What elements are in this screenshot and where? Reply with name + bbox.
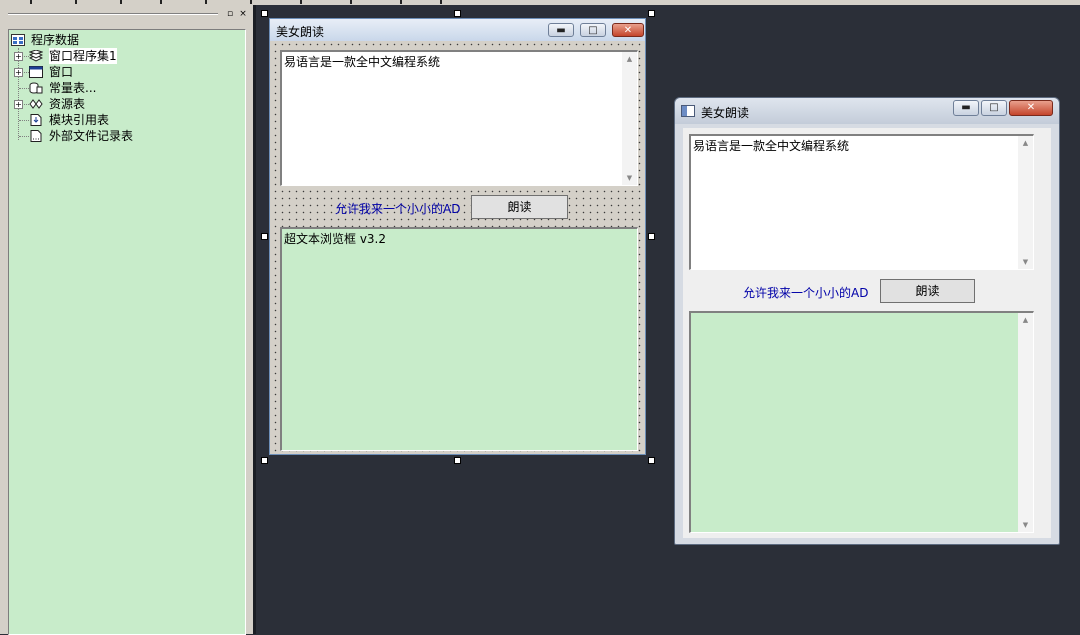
panel-grip[interactable]	[8, 13, 218, 15]
tree-connector	[19, 88, 29, 89]
browser-component-label: 超文本浏览框 v3.2	[284, 232, 387, 246]
tree-connector	[19, 120, 29, 121]
program-data-icon	[11, 34, 25, 46]
constant-table-icon	[29, 82, 43, 94]
class-module-icon	[28, 49, 44, 62]
panel-splitter[interactable]	[253, 5, 256, 634]
tree-connector	[18, 48, 19, 140]
expand-toggle[interactable]: +	[14, 52, 23, 61]
scroll-down-icon[interactable]: ▼	[1018, 255, 1033, 269]
minimize-button[interactable]: ▬	[953, 100, 979, 116]
browser-scrollbar[interactable]: ▲ ▼	[1018, 313, 1033, 532]
panel-close-button[interactable]: ×	[238, 9, 248, 19]
minimize-button[interactable]: ▬	[548, 23, 574, 37]
close-icon: ✕	[623, 25, 633, 36]
close-icon: ✕	[1026, 102, 1036, 113]
runtime-hypertext-browser[interactable]: ▲ ▼	[689, 311, 1034, 533]
scroll-up-icon[interactable]: ▲	[1018, 136, 1033, 150]
scroll-down-icon[interactable]: ▼	[622, 171, 637, 185]
project-tree-panel: ▫ × 程序数据 + 窗口程序集1 + 窗口 常量表... + 资源表 模块引用…	[0, 5, 256, 635]
design-ad-label: 允许我来一个小小的AD	[335, 202, 461, 216]
tree-item-label: 资源表	[49, 97, 86, 111]
tree-item-label: 模块引用表	[49, 113, 110, 127]
maximize-button[interactable]: □	[981, 100, 1007, 116]
resize-handle[interactable]	[261, 233, 268, 240]
minimize-icon: ▬	[556, 25, 566, 36]
program-data-tree: 程序数据 + 窗口程序集1 + 窗口 常量表... + 资源表 模块引用表 外部…	[8, 29, 246, 635]
maximize-icon: □	[588, 25, 598, 36]
runtime-text-box-value: 易语言是一款全中文编程系统	[693, 139, 850, 153]
maximize-button[interactable]: □	[580, 23, 606, 37]
resize-handle[interactable]	[648, 10, 655, 17]
resize-handle[interactable]	[454, 10, 461, 17]
tree-item-label: 窗口	[49, 65, 74, 79]
minimize-icon: ▬	[961, 102, 971, 113]
maximize-icon: □	[989, 102, 999, 113]
window-icon	[29, 66, 43, 78]
runtime-client-area: 易语言是一款全中文编程系统 ▲ ▼ 允许我来一个小小的AD 朗读 ▲ ▼	[683, 128, 1051, 538]
tree-root-label: 程序数据	[31, 33, 80, 47]
panel-header: ▫ ×	[0, 5, 256, 23]
design-read-button[interactable]: 朗读	[471, 195, 568, 219]
scroll-up-icon[interactable]: ▲	[1018, 313, 1033, 327]
designer-window[interactable]: 美女朗读 ▬ □ ✕ 易语言是一款全中文编程系统 ▲ ▼ 允许我来一个小小的AD…	[269, 18, 646, 455]
scroll-down-icon[interactable]: ▼	[1018, 518, 1033, 532]
runtime-window-title: 美女朗读	[701, 106, 750, 120]
tree-item-label: 外部文件记录表	[49, 129, 134, 143]
design-text-box[interactable]: 易语言是一款全中文编程系统 ▲ ▼	[280, 50, 638, 186]
panel-restore-button[interactable]: ▫	[225, 9, 235, 19]
app-window-icon	[681, 105, 695, 120]
designer-window-title: 美女朗读	[276, 25, 325, 39]
resize-handle[interactable]	[261, 457, 268, 464]
runtime-titlebar[interactable]: 美女朗读 ▬ □ ✕	[675, 98, 1059, 124]
resize-handle[interactable]	[261, 10, 268, 17]
runtime-ad-label: 允许我来一个小小的AD	[743, 286, 869, 300]
runtime-window[interactable]: 美女朗读 ▬ □ ✕ 易语言是一款全中文编程系统 ▲ ▼ 允许我来一个小小的AD…	[674, 97, 1060, 545]
design-text-box-value: 易语言是一款全中文编程系统	[284, 55, 441, 69]
runtime-text-scrollbar[interactable]: ▲ ▼	[1018, 136, 1033, 269]
runtime-text-box[interactable]: 易语言是一款全中文编程系统 ▲ ▼	[689, 134, 1034, 270]
design-hypertext-browser[interactable]: 超文本浏览框 v3.2	[280, 227, 638, 451]
tree-item-label: 常量表...	[49, 81, 97, 95]
expand-toggle[interactable]: +	[14, 100, 23, 109]
external-file-icon	[29, 130, 42, 142]
close-button[interactable]: ✕	[612, 23, 644, 37]
close-button[interactable]: ✕	[1009, 100, 1053, 116]
resize-handle[interactable]	[648, 233, 655, 240]
scroll-up-icon[interactable]: ▲	[622, 52, 637, 66]
resize-handle[interactable]	[454, 457, 461, 464]
tree-item-label: 窗口程序集1	[49, 48, 117, 64]
design-text-scrollbar[interactable]: ▲ ▼	[622, 52, 637, 185]
runtime-read-button[interactable]: 朗读	[880, 279, 975, 303]
expand-toggle[interactable]: +	[14, 68, 23, 77]
designer-titlebar[interactable]: 美女朗读 ▬ □ ✕	[270, 19, 645, 41]
resize-handle[interactable]	[648, 457, 655, 464]
tree-connector	[19, 136, 29, 137]
resource-table-icon	[29, 98, 43, 110]
module-reference-icon	[29, 114, 42, 126]
